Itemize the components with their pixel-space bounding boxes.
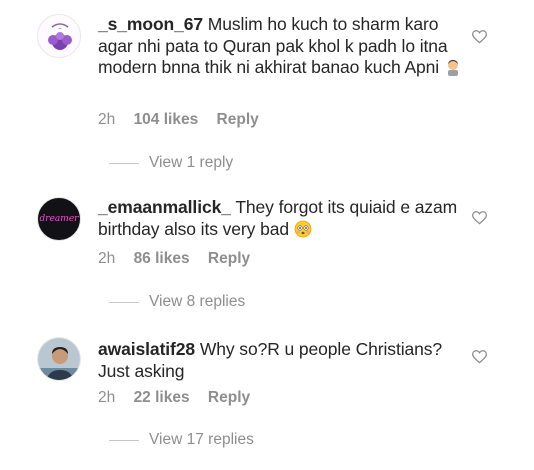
view-replies-button[interactable]: View 17 replies [109, 431, 254, 449]
heart-icon[interactable] [472, 350, 487, 364]
divider-line [109, 162, 139, 164]
comment-likes[interactable]: 22 likes [134, 389, 190, 406]
comment-likes[interactable]: 104 likes [134, 111, 199, 128]
view-replies-label: View 8 replies [149, 293, 246, 310]
heart-icon[interactable] [472, 211, 487, 225]
comment-time: 2h [98, 250, 116, 267]
flushed-face-emoji [294, 220, 312, 244]
avatar[interactable]: dreamer [37, 197, 81, 241]
reply-button[interactable]: Reply [208, 389, 250, 406]
view-replies-label: View 1 reply [149, 154, 234, 171]
comment-item: ~ _s_moon_67 Muslim ho kuch to sharm kar… [0, 0, 534, 180]
avatar-image: ~ [38, 15, 80, 57]
avatar-text: dreamer [39, 214, 79, 224]
comment-text: _s_moon_67 Muslim ho kuch to sharm karo … [98, 14, 468, 82]
comment-username[interactable]: _emaanmallick_ [98, 197, 231, 217]
comment-meta: 2h 104 likes Reply [98, 111, 273, 129]
comment-item: awaislatif28 Why so?R u people Christian… [0, 325, 534, 470]
comment-text: _emaanmallick_ They forgot its quiaid e … [98, 197, 468, 243]
comment-username[interactable]: _s_moon_67 [98, 14, 203, 34]
reply-button[interactable]: Reply [208, 250, 250, 267]
comment-time: 2h [98, 389, 116, 406]
avatar-image [38, 338, 80, 380]
view-replies-label: View 17 replies [149, 431, 254, 448]
divider-line [109, 301, 139, 303]
comment-meta: 2h 22 likes Reply [98, 389, 264, 407]
view-replies-button[interactable]: View 8 replies [109, 293, 245, 311]
reply-button[interactable]: Reply [217, 111, 259, 128]
heart-icon[interactable] [472, 30, 487, 44]
comment-likes[interactable]: 86 likes [134, 250, 190, 267]
person-gesturing-emoji [444, 58, 462, 82]
avatar[interactable]: ~ [37, 14, 81, 58]
svg-text:~: ~ [58, 26, 62, 32]
avatar[interactable] [37, 337, 81, 381]
comment-username[interactable]: awaislatif28 [98, 339, 195, 359]
comment-meta: 2h 86 likes Reply [98, 250, 264, 268]
comment-item: dreamer _emaanmallick_ They forgot its q… [0, 185, 534, 320]
comment-time: 2h [98, 111, 116, 128]
comment-text: awaislatif28 Why so?R u people Christian… [98, 339, 468, 382]
view-replies-button[interactable]: View 1 reply [109, 154, 233, 172]
divider-line [109, 439, 139, 441]
